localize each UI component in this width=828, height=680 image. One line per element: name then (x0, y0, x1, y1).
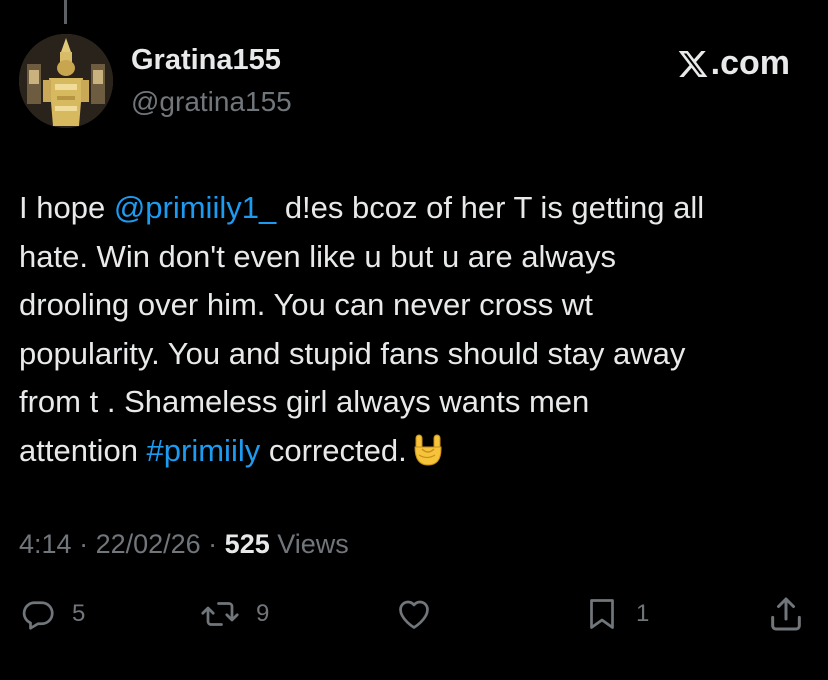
bookmark-icon (590, 599, 614, 629)
tweet-text-segment: popularity. You and stupid fans should s… (19, 335, 686, 371)
tweet-text-segment: I hope (19, 190, 114, 225)
tweet-text-segment: drooling over him. You can never cross w… (19, 287, 593, 322)
hashtag-link[interactable]: #primiily (147, 433, 261, 468)
share-button[interactable] (766, 594, 806, 634)
reply-button[interactable]: 5 (20, 594, 85, 634)
heart-icon (399, 600, 429, 629)
like-button[interactable] (394, 594, 450, 634)
tweet-time[interactable]: 4:14 (19, 529, 72, 559)
avatar[interactable] (19, 34, 113, 128)
tweet-meta: 4:14 · 22/02/26 · 525 Views (19, 529, 349, 560)
repost-button[interactable]: 9 (200, 594, 269, 634)
mention-link[interactable]: @primiily1_ (114, 190, 276, 225)
sign-of-the-horns-emoji-icon (414, 434, 442, 466)
repost-icon (201, 602, 239, 626)
bookmark-count: 1 (636, 600, 650, 627)
brand-domain-label: .com (710, 44, 790, 82)
meta-separator: · (200, 529, 225, 559)
tweet-date[interactable]: 22/02/26 (96, 529, 201, 559)
author-handle[interactable]: @gratina155 (131, 86, 292, 118)
reply-count: 5 (72, 600, 86, 627)
action-bar: 5 9 1 (0, 594, 828, 634)
reply-icon (22, 601, 54, 630)
tweet-line: I hope @primiily1_ d!es bcoz of her T is… (19, 184, 819, 233)
bookmark-button[interactable]: 1 (584, 594, 649, 634)
tweet-line: popularity. You and stupid fans should s… (19, 330, 819, 379)
thread-connector-line (64, 0, 67, 24)
tweet-text: I hope @primiily1_ d!es bcoz of her T is… (19, 184, 819, 475)
tweet-text-segment: d!es bcoz of her T is getting all (276, 190, 705, 225)
tweet-text-segment: corrected. (260, 432, 407, 468)
tweet-text-segment: attention (19, 432, 147, 468)
repost-count: 9 (256, 600, 270, 627)
views-count: 525 (224, 529, 270, 559)
meta-separator: · (71, 529, 96, 559)
tweet-line: from t . Shameless girl always wants men (19, 378, 819, 427)
tweet-text-segment: hate. Win don't even like u but u are al… (19, 238, 616, 274)
author-display-name[interactable]: Gratina155 (131, 44, 281, 77)
views-label: Views (269, 529, 349, 559)
avatar-temple-statue-icon (19, 34, 113, 128)
tweet-line: drooling over him. You can never cross w… (19, 281, 819, 330)
tweet-line: hate. Win don't even like u but u are al… (19, 233, 819, 282)
brand-x-com: .com (677, 44, 790, 83)
tweet-text-segment: from t . Shameless girl always wants men (19, 384, 590, 419)
share-icon (771, 597, 801, 631)
tweet-line: attention #primiily corrected. (19, 427, 819, 476)
x-logo-icon (678, 50, 708, 77)
